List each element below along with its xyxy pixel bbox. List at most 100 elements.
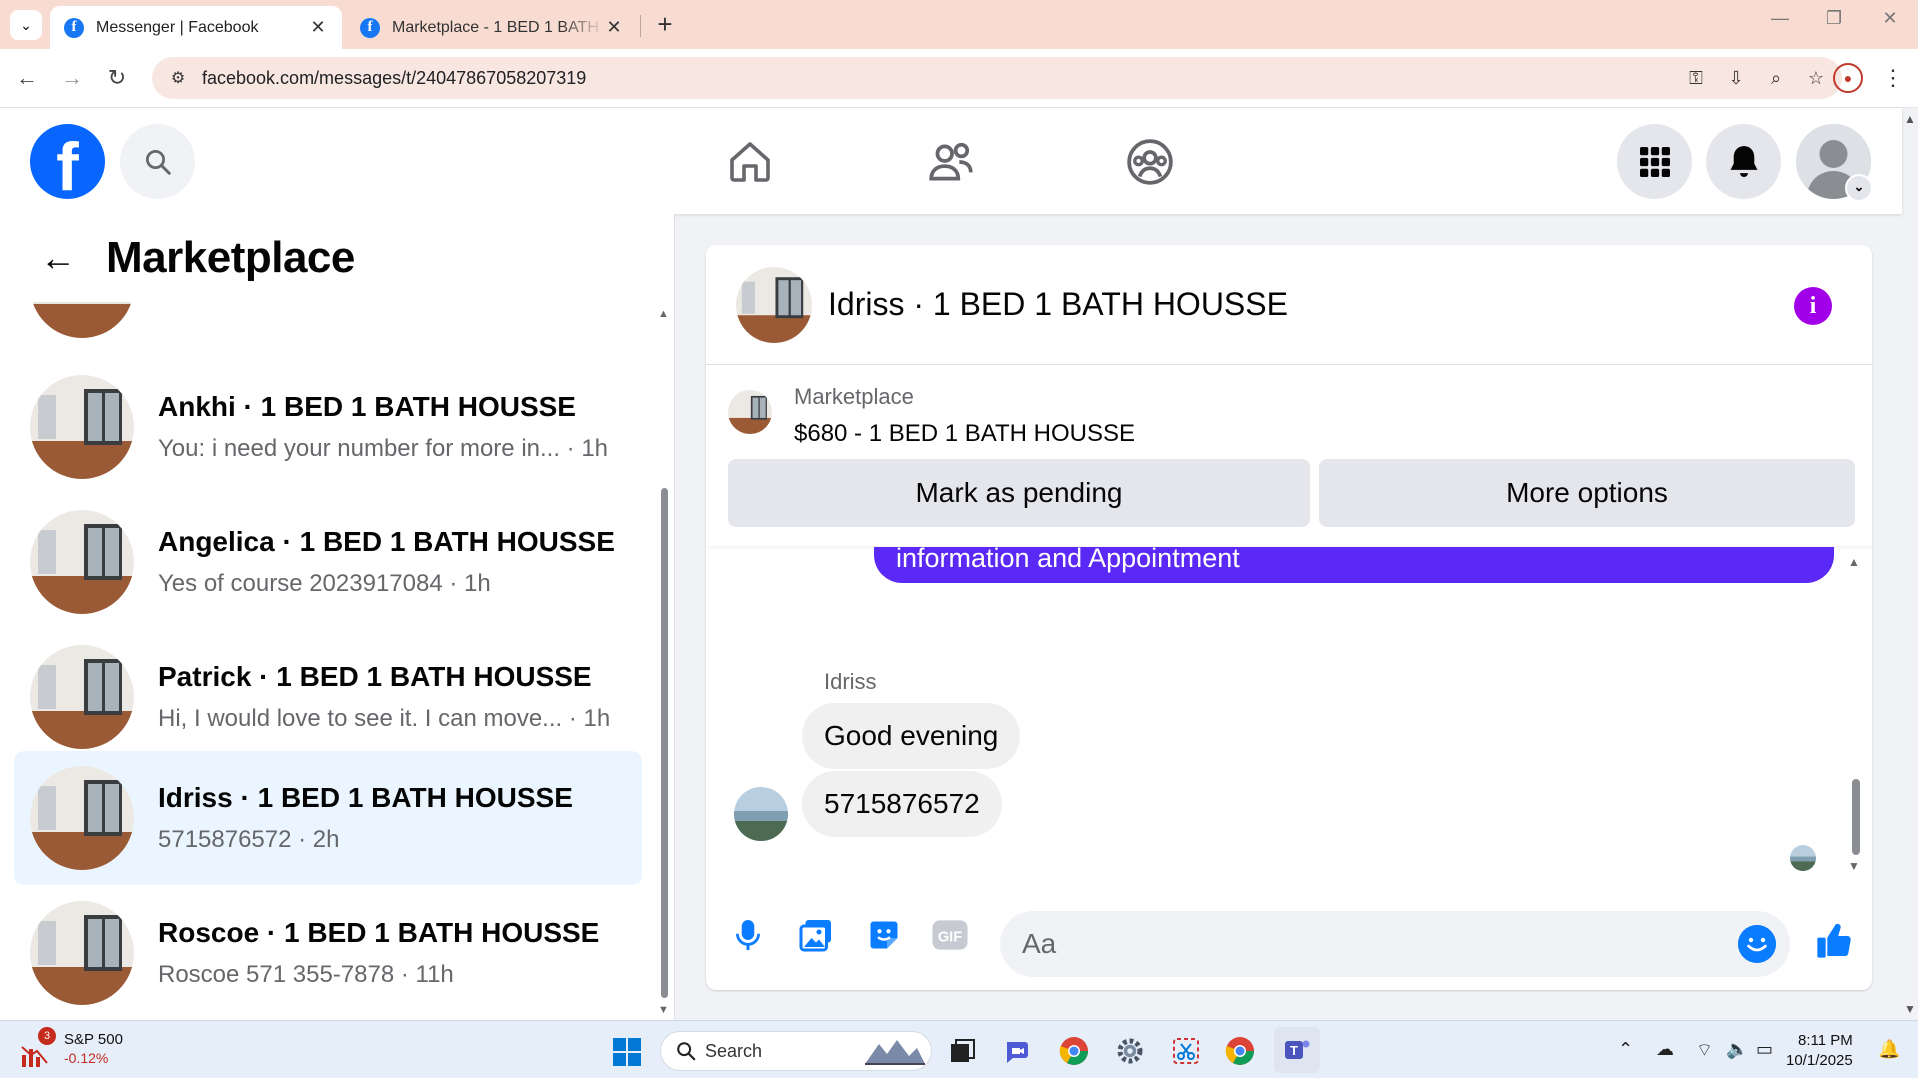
chrome-icon [1059,1037,1088,1065]
clock-date: 10/1/2025 [1786,1052,1853,1069]
address-bar[interactable]: ⚙ facebook.com/messages/t/24047867058207… [152,57,1842,99]
task-view-button[interactable] [944,1033,980,1069]
mark-as-pending-button[interactable]: Mark as pending [728,459,1310,527]
facebook-favicon-icon: f [360,17,380,38]
tab-marketplace[interactable]: f Marketplace - 1 BED 1 BATH HOUSSE ✕ [346,6,638,49]
conversation-snippet: 5715876572 · 2h [158,826,340,853]
chat-app-button[interactable] [1000,1033,1036,1069]
site-info-icon[interactable]: ⚙ [158,68,198,88]
conversation-item[interactable]: Roscoe · 1 BED 1 BATH HOUSSE Roscoe 571 … [14,886,642,1020]
teams-app-button[interactable]: T [1274,1027,1320,1073]
chrome-profile-b-button[interactable] [1222,1033,1258,1069]
tab-close-icon[interactable]: ✕ [604,17,624,38]
page-scroll-down-arrow-icon[interactable]: ▼ [1904,1002,1916,1016]
scrollbar-thumb[interactable] [661,488,668,998]
conversation-name: Ankhi · 1 BED 1 BATH HOUSSE [158,391,576,422]
attach-photo-button[interactable] [794,913,838,957]
search-button[interactable] [120,124,195,199]
browser-menu-icon[interactable]: ⋮ [1878,63,1908,93]
install-app-icon[interactable]: ⇩ [1724,66,1748,90]
conversation-item[interactable]: Ankhi · 1 BED 1 BATH HOUSSE You: i need … [14,360,642,494]
tab-list-button[interactable]: ⌄ [10,10,42,40]
chat-listing-avatar[interactable] [736,266,812,343]
facebook-logo-icon[interactable]: f [30,124,105,199]
groups-nav-button[interactable] [1122,134,1178,190]
thumbs-up-icon [1817,923,1851,958]
search-highlight-image [865,1040,925,1065]
conversation-name: Patrick · 1 BED 1 BATH HOUSSE [158,661,592,692]
conversation-item[interactable]: Patrick · 1 BED 1 BATH HOUSSE Hi, I woul… [14,630,642,764]
friends-nav-button[interactable] [923,134,979,190]
reload-button[interactable]: ↻ [102,63,132,93]
tab-separator [640,15,641,37]
settings-app-button[interactable] [1112,1033,1148,1069]
close-window-button[interactable]: ✕ [1870,8,1910,29]
like-button[interactable] [1812,919,1856,963]
scroll-up-arrow-icon[interactable]: ▲ [658,308,669,320]
chat-title[interactable]: Idriss · 1 BED 1 BATH HOUSSE [828,286,1288,323]
listing-room-avatar [30,510,134,614]
message-thread: information and Appointment Idriss Good … [706,547,1872,877]
notification-bell-icon[interactable]: 🔔 [1878,1039,1900,1060]
emoji-button[interactable] [1738,925,1776,963]
account-chevron-down-icon[interactable]: ⌄ [1845,174,1873,202]
listing-source: Marketplace [794,384,914,409]
back-button[interactable]: ← [12,63,42,93]
listing-title[interactable]: $680 - 1 BED 1 BATH HOUSSE [794,420,1135,448]
info-icon[interactable]: i [1794,287,1832,325]
stock-widget[interactable]: 3 S&P 500 -0.12% [20,1027,123,1067]
more-options-button[interactable]: More options [1319,459,1855,527]
panel-title: Marketplace [106,233,355,282]
tab-title: Messenger | Facebook [96,18,259,36]
snipping-tool-button[interactable] [1168,1033,1204,1069]
volume-icon[interactable]: 🔈 [1726,1039,1748,1060]
tab-title: Marketplace - 1 BED 1 BATH HOUSSE [392,18,604,36]
stock-name: S&P 500 [64,1031,123,1048]
windows-logo-icon [613,1038,641,1066]
scroll-down-arrow-icon[interactable]: ▼ [658,1004,669,1016]
scrollbar-thumb[interactable] [1852,779,1860,855]
tab-close-icon[interactable]: ✕ [308,17,328,38]
windows-start-button[interactable] [612,1037,642,1067]
conversation-item[interactable]: Angelica · 1 BED 1 BATH HOUSSE Yes of co… [14,495,642,629]
restore-button[interactable]: ❐ [1814,8,1854,29]
sender-avatar[interactable] [734,787,788,841]
tab-messenger[interactable]: f Messenger | Facebook ✕ [50,6,342,49]
conversation-item-selected[interactable]: Idriss · 1 BED 1 BATH HOUSSE 5715876572 … [14,751,642,885]
sender-name: Idriss [824,669,877,694]
notifications-button[interactable] [1706,124,1781,199]
page-scroll-up-arrow-icon[interactable]: ▲ [1904,112,1916,126]
taskbar-search-box[interactable]: Search [660,1031,932,1071]
menu-grid-button[interactable] [1617,124,1692,199]
facebook-favicon-icon: f [64,17,84,38]
gif-button[interactable]: GIF [928,913,972,957]
wifi-icon[interactable]: ⌔ [1696,1039,1713,1062]
browser-profile-icon[interactable]: ● [1833,63,1863,93]
chrome-profile-a-button[interactable] [1056,1033,1092,1069]
sticker-button[interactable] [862,913,906,957]
message-composer: GIF Aa [706,895,1872,981]
forward-button[interactable]: → [57,63,87,93]
home-icon [730,142,770,182]
scroll-down-arrow-icon[interactable]: ▼ [1848,859,1860,873]
listing-thumbnail[interactable] [728,390,772,434]
new-tab-button[interactable]: + [650,10,680,40]
onedrive-icon[interactable]: ☁ [1656,1039,1674,1060]
show-hidden-icons-chevron-icon[interactable]: ⌃ [1618,1039,1633,1060]
scroll-up-arrow-icon[interactable]: ▲ [1848,555,1860,569]
password-key-icon[interactable]: ⚿ [1684,66,1708,90]
photo-icon [799,920,831,952]
conversation-snippet: You: i need your number for more in... ·… [158,435,609,462]
system-clock[interactable]: 8:11 PM 10/1/2025 [1786,1031,1853,1071]
battery-icon[interactable]: ▭ [1756,1039,1773,1060]
taskbar-search-label: Search [705,1040,763,1061]
smiley-icon [1738,925,1776,963]
minimize-button[interactable]: — [1760,8,1800,29]
url-text[interactable]: facebook.com/messages/t/2404786705820731… [202,68,586,89]
back-arrow-icon[interactable]: ← [40,237,80,279]
voice-clip-button[interactable] [726,913,770,957]
bookmark-star-icon[interactable]: ☆ [1804,66,1828,90]
home-nav-button[interactable] [722,134,778,190]
zoom-icon[interactable]: ⌕ [1764,66,1788,90]
message-input[interactable]: Aa [1000,911,1790,977]
